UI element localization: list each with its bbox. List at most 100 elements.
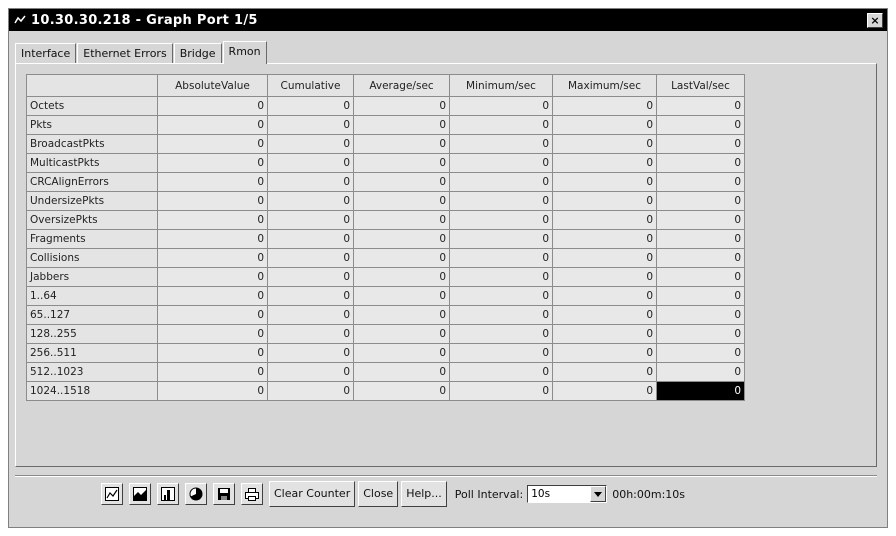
table-cell[interactable]: 0 [449, 267, 553, 287]
table-cell[interactable]: 0 [353, 305, 450, 325]
table-cell[interactable]: 0 [552, 115, 657, 135]
column-header[interactable]: LastVal/sec [656, 74, 745, 97]
table-cell[interactable]: 0 [353, 115, 450, 135]
table-cell[interactable]: 0 [353, 153, 450, 173]
table-cell[interactable]: 0 [552, 153, 657, 173]
table-cell[interactable]: 0 [157, 210, 268, 230]
table-cell[interactable]: 0 [552, 286, 657, 306]
table-cell[interactable]: 0 [552, 134, 657, 154]
table-cell[interactable]: 0 [449, 324, 553, 344]
table-cell[interactable]: 0 [449, 248, 553, 268]
table-cell[interactable]: 0 [157, 381, 268, 401]
table-cell[interactable]: 0 [267, 115, 354, 135]
table-cell[interactable]: 0 [552, 172, 657, 192]
table-cell[interactable]: 0 [656, 362, 745, 382]
title-bar[interactable]: 10.30.30.218 - Graph Port 1/5 × [9, 9, 887, 31]
table-cell[interactable]: 0 [449, 191, 553, 211]
table-cell[interactable]: 0 [353, 96, 450, 116]
table-cell[interactable]: 0 [267, 96, 354, 116]
table-cell[interactable]: 0 [656, 134, 745, 154]
chevron-down-icon[interactable] [590, 486, 607, 502]
table-cell[interactable]: 0 [267, 324, 354, 344]
table-cell[interactable]: 0 [552, 229, 657, 249]
close-button[interactable]: Close [358, 481, 399, 507]
table-cell[interactable]: 0 [449, 343, 553, 363]
table-cell[interactable]: 0 [157, 248, 268, 268]
table-cell[interactable]: 0 [656, 248, 745, 268]
table-cell[interactable]: 0 [449, 381, 553, 401]
table-cell[interactable]: 0 [157, 362, 268, 382]
table-cell[interactable]: 0 [449, 96, 553, 116]
tab-ethernet-errors[interactable]: Ethernet Errors [77, 43, 173, 63]
table-cell[interactable]: 0 [353, 172, 450, 192]
table-cell[interactable]: 0 [353, 362, 450, 382]
table-cell[interactable]: 0 [353, 248, 450, 268]
table-cell[interactable]: 0 [449, 210, 553, 230]
close-window-icon[interactable]: × [867, 12, 883, 28]
print-icon[interactable] [241, 483, 263, 505]
clear-counter-button[interactable]: Clear Counter [269, 481, 356, 507]
table-cell[interactable]: 0 [656, 191, 745, 211]
table-cell[interactable]: 0 [157, 324, 268, 344]
table-cell[interactable]: 0 [656, 96, 745, 116]
column-header[interactable]: Cumulative [267, 74, 354, 97]
table-cell[interactable]: 0 [267, 191, 354, 211]
table-cell[interactable]: 0 [267, 153, 354, 173]
table-cell[interactable]: 0 [449, 115, 553, 135]
table-cell[interactable]: 0 [552, 362, 657, 382]
table-cell[interactable]: 0 [656, 305, 745, 325]
table-cell[interactable]: 0 [267, 305, 354, 325]
table-cell[interactable]: 0 [267, 343, 354, 363]
help-button[interactable]: Help... [401, 481, 447, 507]
bar-chart-icon[interactable] [157, 483, 179, 505]
table-cell[interactable]: 0 [157, 134, 268, 154]
table-cell[interactable]: 0 [656, 153, 745, 173]
table-cell[interactable]: 0 [353, 210, 450, 230]
tab-rmon[interactable]: Rmon [222, 41, 267, 64]
table-cell[interactable]: 0 [552, 210, 657, 230]
table-cell[interactable]: 0 [656, 172, 745, 192]
table-cell[interactable]: 0 [353, 381, 450, 401]
table-cell[interactable]: 0 [267, 362, 354, 382]
table-cell[interactable]: 0 [157, 305, 268, 325]
table-cell[interactable]: 0 [656, 115, 745, 135]
table-cell[interactable]: 0 [449, 134, 553, 154]
tab-bridge[interactable]: Bridge [173, 43, 222, 63]
table-cell[interactable]: 0 [552, 381, 657, 401]
column-header[interactable]: Minimum/sec [449, 74, 553, 97]
table-cell[interactable]: 0 [267, 381, 354, 401]
table-cell[interactable]: 0 [656, 343, 745, 363]
table-cell[interactable]: 0 [267, 210, 354, 230]
table-cell[interactable]: 0 [157, 115, 268, 135]
table-cell[interactable]: 0 [656, 286, 745, 306]
column-header[interactable]: Maximum/sec [552, 74, 657, 97]
column-header[interactable]: Average/sec [353, 74, 450, 97]
table-cell[interactable]: 0 [552, 305, 657, 325]
table-cell[interactable]: 0 [267, 229, 354, 249]
table-cell[interactable]: 0 [157, 96, 268, 116]
table-cell[interactable]: 0 [353, 343, 450, 363]
table-cell[interactable]: 0 [449, 286, 553, 306]
table-cell[interactable]: 0 [656, 324, 745, 344]
table-cell[interactable]: 0 [267, 286, 354, 306]
table-cell[interactable]: 0 [157, 229, 268, 249]
table-cell[interactable]: 0 [353, 286, 450, 306]
table-cell[interactable]: 0 [353, 229, 450, 249]
line-chart-icon[interactable] [101, 483, 123, 505]
table-cell[interactable]: 0 [656, 210, 745, 230]
table-cell[interactable]: 0 [552, 343, 657, 363]
table-cell[interactable]: 0 [353, 134, 450, 154]
table-cell[interactable]: 0 [157, 343, 268, 363]
table-cell[interactable]: 0 [267, 172, 354, 192]
table-cell[interactable]: 0 [449, 362, 553, 382]
table-cell[interactable]: 0 [552, 267, 657, 287]
table-cell[interactable]: 0 [656, 381, 745, 401]
table-cell[interactable]: 0 [157, 153, 268, 173]
table-cell[interactable]: 0 [449, 153, 553, 173]
area-chart-icon[interactable] [129, 483, 151, 505]
table-cell[interactable]: 0 [552, 96, 657, 116]
table-cell[interactable]: 0 [157, 267, 268, 287]
table-cell[interactable]: 0 [353, 324, 450, 344]
table-cell[interactable]: 0 [449, 172, 553, 192]
table-cell[interactable]: 0 [267, 248, 354, 268]
